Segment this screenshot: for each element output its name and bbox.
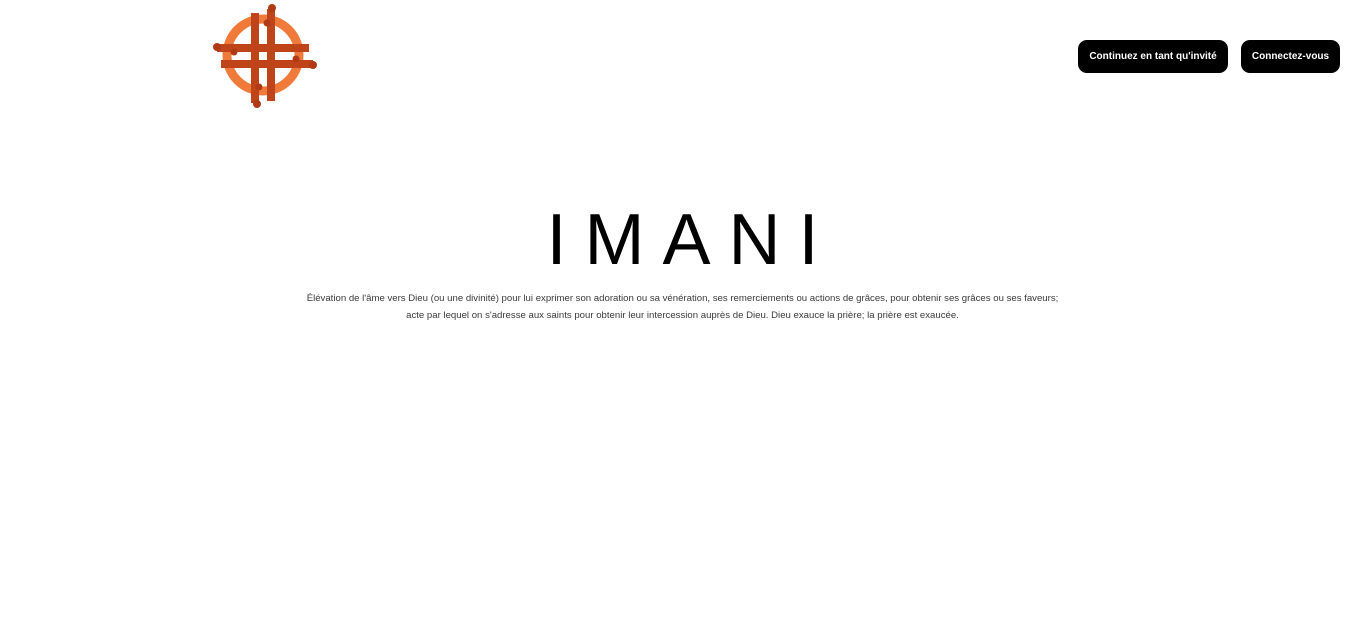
login-button[interactable]: Connectez-vous <box>1241 40 1340 73</box>
hero-title: IMANI <box>546 200 837 280</box>
imani-cross-logo-icon[interactable] <box>209 1 321 113</box>
page: Continuez en tant qu'invité Connectez-vo… <box>0 0 1365 638</box>
hero-description: Élévation de l'âme vers Dieu (ou une div… <box>306 293 1059 321</box>
continue-as-guest-button[interactable]: Continuez en tant qu'invité <box>1078 40 1228 73</box>
